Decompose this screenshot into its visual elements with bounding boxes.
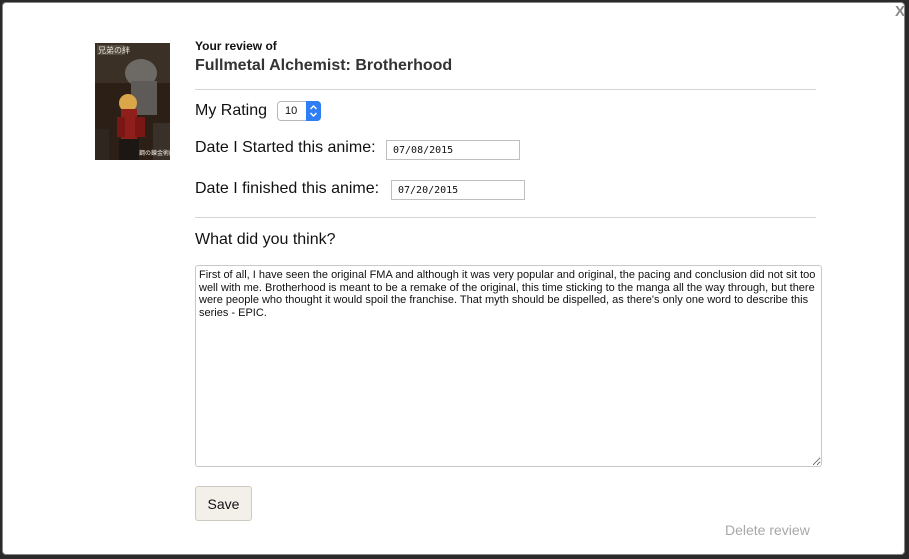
thoughts-label: What did you think? bbox=[195, 231, 336, 248]
delete-review-link[interactable]: Delete review bbox=[725, 522, 810, 538]
started-date-label: Date I Started this anime: bbox=[195, 139, 376, 156]
finished-date-label: Date I finished this anime: bbox=[195, 180, 380, 197]
started-date-input[interactable] bbox=[386, 140, 520, 160]
divider bbox=[195, 89, 816, 90]
close-button[interactable]: X bbox=[892, 3, 908, 21]
rating-label: My Rating bbox=[195, 102, 268, 119]
save-button[interactable]: Save bbox=[195, 486, 252, 521]
rating-value: 10 bbox=[285, 105, 298, 117]
review-of-label: Your review of bbox=[195, 39, 277, 53]
rating-select[interactable]: 10 bbox=[277, 101, 321, 121]
anime-title: Fullmetal Alchemist: Brotherhood bbox=[195, 57, 453, 74]
review-textarea[interactable]: First of all, I have seen the original F… bbox=[195, 265, 822, 467]
anime-poster-image: 兄弟の絆 鋼の錬金術師 bbox=[95, 43, 170, 160]
divider bbox=[195, 217, 816, 218]
poster-title-text: 兄弟の絆 bbox=[98, 45, 130, 55]
review-dialog: X 兄弟の絆 鋼の錬金術師 Your review of Fullmetal A… bbox=[2, 2, 905, 555]
finished-date-input[interactable] bbox=[391, 180, 525, 200]
poster-logo-text: 鋼の錬金術師 bbox=[139, 149, 170, 157]
chevron-up-down-icon bbox=[306, 101, 321, 121]
